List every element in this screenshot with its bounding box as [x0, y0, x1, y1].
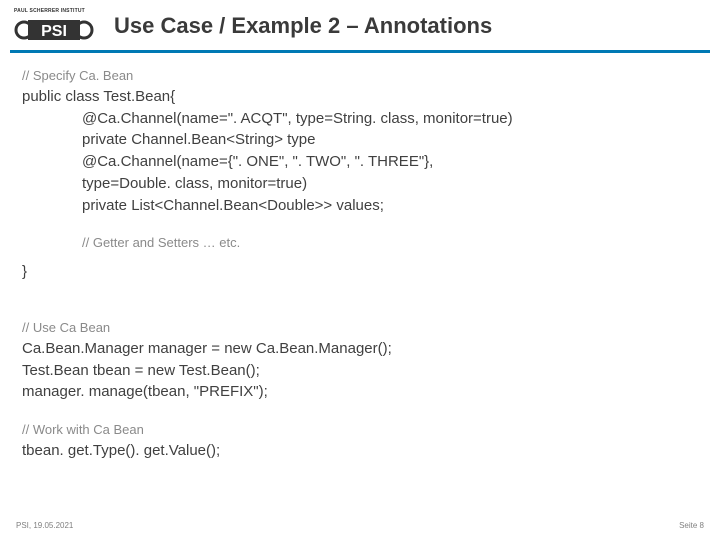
svg-text:PSI: PSI: [41, 23, 67, 40]
code-manage-call: manager. manage(tbean, "PREFIX");: [22, 381, 698, 403]
comment-getter-setter: // Getter and Setters … etc.: [22, 234, 698, 253]
slide-content: // Specify Ca. Bean public class Test.Be…: [0, 53, 720, 462]
comment-specify: // Specify Ca. Bean: [22, 67, 698, 86]
code-manager: Ca.Bean.Manager manager = new Ca.Bean.Ma…: [22, 338, 698, 360]
code-annotation-1: @Ca.Channel(name=". ACQT", type=String. …: [22, 108, 698, 130]
psi-logo-icon: PSI: [14, 16, 94, 44]
code-getvalue: tbean. get.Type(). get.Value();: [22, 440, 698, 462]
comment-use: // Use Ca Bean: [22, 319, 698, 338]
code-class-close: }: [22, 261, 698, 283]
slide-footer: PSI, 19.05.2021 Seite 8: [16, 521, 704, 530]
slide-header: PAUL SCHERRER INSTITUT PSI Use Case / Ex…: [0, 0, 720, 44]
code-field-1: private Channel.Bean<String> type: [22, 129, 698, 151]
footer-right: Seite 8: [679, 521, 704, 530]
footer-left: PSI, 19.05.2021: [16, 521, 73, 530]
code-field-2: private List<Channel.Bean<Double>> value…: [22, 195, 698, 217]
logo-mark: PSI: [14, 16, 94, 44]
logo-institute-name: PAUL SCHERRER INSTITUT: [14, 8, 85, 14]
slide-title: Use Case / Example 2 – Annotations: [114, 13, 492, 39]
psi-logo: PAUL SCHERRER INSTITUT PSI: [14, 8, 98, 44]
code-annotation-2b: type=Double. class, monitor=true): [22, 173, 698, 195]
code-tbean: Test.Bean tbean = new Test.Bean();: [22, 360, 698, 382]
comment-work: // Work with Ca Bean: [22, 421, 698, 440]
code-class-decl: public class Test.Bean{: [22, 86, 698, 108]
code-annotation-2: @Ca.Channel(name={". ONE", ". TWO", ". T…: [22, 151, 698, 173]
